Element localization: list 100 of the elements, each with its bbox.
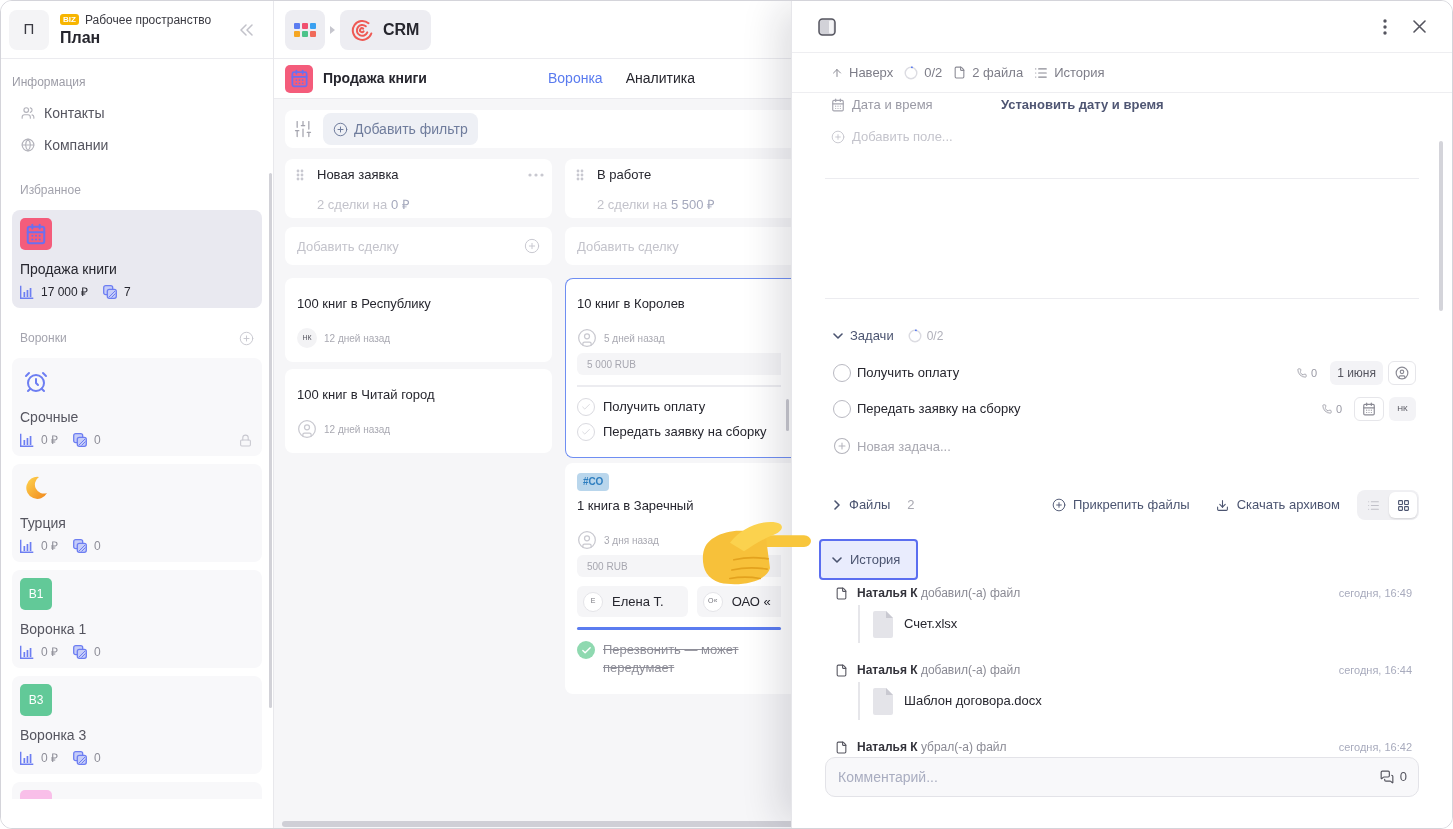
close-icon — [1413, 20, 1426, 33]
attach-files-button[interactable]: Прикрепить файлы — [1051, 495, 1190, 515]
download-archive-button[interactable]: Скачать архивом — [1215, 495, 1340, 515]
calendar-icon — [20, 218, 52, 250]
section-link[interactable]: Наверх — [831, 62, 894, 83]
calendar-icon — [285, 64, 313, 93]
calendar-icon — [831, 98, 845, 112]
contact-name: ОАО « — [731, 592, 771, 611]
deal-card[interactable]: 100 книг в Читай город 12 дней назад — [285, 369, 552, 453]
assignee-avatar[interactable]: НК — [1389, 397, 1416, 421]
plus-circle-icon — [1051, 498, 1066, 512]
scrollbar-thumb[interactable] — [786, 399, 789, 431]
user-placeholder-icon — [1395, 366, 1409, 380]
history-time: сегодня, 16:44 — [1338, 662, 1412, 678]
funnel-card[interactable]: Турция 0 ₽ 0 — [12, 464, 262, 562]
document-icon — [873, 610, 893, 638]
field-value-button[interactable]: Установить дату и время — [1001, 95, 1164, 115]
file-icon — [835, 663, 848, 677]
collapse-sidebar-button[interactable] — [239, 23, 253, 36]
funnel-card[interactable]: В3 Воронка 3 0 ₽ 0 — [12, 676, 262, 774]
arrow-up-icon — [831, 66, 843, 79]
deal-title: 100 книг в Читай город — [297, 386, 435, 404]
deal-count: 7 — [124, 284, 131, 301]
view-tab[interactable]: Воронка — [548, 68, 603, 89]
funnel-card[interactable]: Срочные 0 ₽ 0 — [12, 358, 262, 456]
funnel-card[interactable]: Продажа книги 17 000 ₽ 7 — [12, 210, 262, 308]
assignee-button[interactable] — [1388, 361, 1416, 385]
plus-circle-icon[interactable] — [524, 238, 540, 254]
stacked-squares-icon — [73, 751, 87, 765]
plus-circle-icon — [239, 330, 254, 346]
bar-chart-icon — [20, 285, 34, 299]
stacked-squares-icon — [73, 645, 87, 659]
due-date-chip[interactable]: 1 июня — [1330, 361, 1383, 385]
task-title: Получить оплату — [857, 364, 960, 383]
workspace-avatar[interactable]: П — [9, 9, 49, 50]
panel-toggle-button[interactable] — [818, 17, 836, 36]
deal-count: 0 — [94, 644, 101, 661]
deal-count: 0 — [94, 538, 101, 555]
deal-card[interactable]: 10 книг в Королев 5 дней назад 5 000 RUB Получить оплату Передать заявку на сборку — [565, 278, 791, 458]
funnel-card[interactable] — [12, 782, 262, 799]
deal-age: 3 дня назад — [604, 533, 659, 548]
field-label: Дата и время — [852, 96, 934, 115]
deal-count: 0 — [94, 432, 101, 449]
deal-age: 5 дней назад — [604, 331, 665, 346]
deal-age: 12 дней назад — [324, 331, 391, 346]
workspace-caption: Рабочее пространство — [84, 11, 212, 28]
caret-right-icon — [330, 25, 335, 34]
column-summary: 2 сделки на 0 ₽ — [317, 197, 410, 213]
section-link[interactable]: 2 файла — [953, 62, 1024, 83]
sidebar-item[interactable]: Компании — [12, 129, 262, 161]
more-button[interactable] — [1383, 18, 1387, 35]
crm-button[interactable]: CRM — [340, 9, 432, 50]
section-link[interactable]: 0/2 — [904, 62, 943, 83]
sliders-icon[interactable] — [293, 119, 313, 139]
funnel-card[interactable]: В1 Воронка 1 0 ₽ 0 — [12, 570, 262, 668]
add-deal-field[interactable]: Добавить сделку — [565, 227, 791, 265]
user-placeholder-icon — [577, 530, 597, 550]
scrollbar-thumb[interactable] — [1439, 141, 1443, 311]
list-icon — [1366, 498, 1380, 512]
call-count: 0 — [1311, 365, 1318, 381]
call-count: 0 — [1335, 401, 1342, 417]
task-count: 0/2 — [926, 328, 944, 345]
view-mode-button[interactable] — [1389, 492, 1417, 518]
history-toggle[interactable]: История — [819, 539, 918, 580]
section-heading: Воронки — [20, 330, 67, 346]
funnel-amount: 0 ₽ — [41, 538, 58, 555]
funnel-name: Турция — [20, 514, 67, 533]
add-filter-button[interactable]: Добавить фильтр — [323, 113, 478, 145]
user-placeholder-icon — [297, 419, 317, 439]
scrollbar-thumb[interactable] — [282, 821, 791, 827]
deal-age: 12 дней назад — [324, 422, 391, 437]
close-button[interactable] — [1413, 20, 1426, 33]
funnel-name: Продажа книги — [20, 260, 118, 279]
section-link[interactable]: История — [1034, 62, 1105, 83]
calendar-icon — [1362, 402, 1376, 416]
more-icon[interactable] — [528, 173, 544, 177]
funnel-amount: 0 ₽ — [41, 432, 58, 449]
tasks-toggle[interactable]: Задачи — [833, 326, 894, 346]
file-icon — [835, 740, 848, 754]
stacked-squares-icon — [73, 539, 87, 553]
files-toggle[interactable]: Файлы — [834, 495, 891, 515]
view-tab[interactable]: Аналитика — [625, 68, 695, 89]
apps-button[interactable] — [285, 9, 325, 50]
date-button[interactable] — [1354, 397, 1384, 421]
sidebar-item[interactable]: Контакты — [12, 97, 262, 129]
progress-ring-icon — [907, 329, 922, 343]
drag-handle-icon[interactable] — [576, 169, 584, 181]
column-summary: 2 сделки на 5 500 ₽ — [597, 197, 716, 213]
new-task-field[interactable]: Новая задача... — [857, 434, 1419, 458]
task-title: Передать заявку на сборку — [857, 400, 1021, 419]
add-funnel-button[interactable] — [239, 330, 254, 346]
bar-chart-icon — [20, 645, 34, 659]
grid-icon — [1396, 498, 1410, 512]
add-deal-field[interactable]: Добавить сделку — [285, 227, 552, 265]
drag-handle-icon[interactable] — [296, 169, 304, 181]
pointing-hand-icon — [700, 519, 812, 587]
progress-ring-icon — [904, 65, 919, 80]
funnel-name: Срочные — [20, 408, 80, 427]
user-placeholder-icon — [577, 328, 597, 348]
workspace-name: План — [60, 27, 102, 48]
